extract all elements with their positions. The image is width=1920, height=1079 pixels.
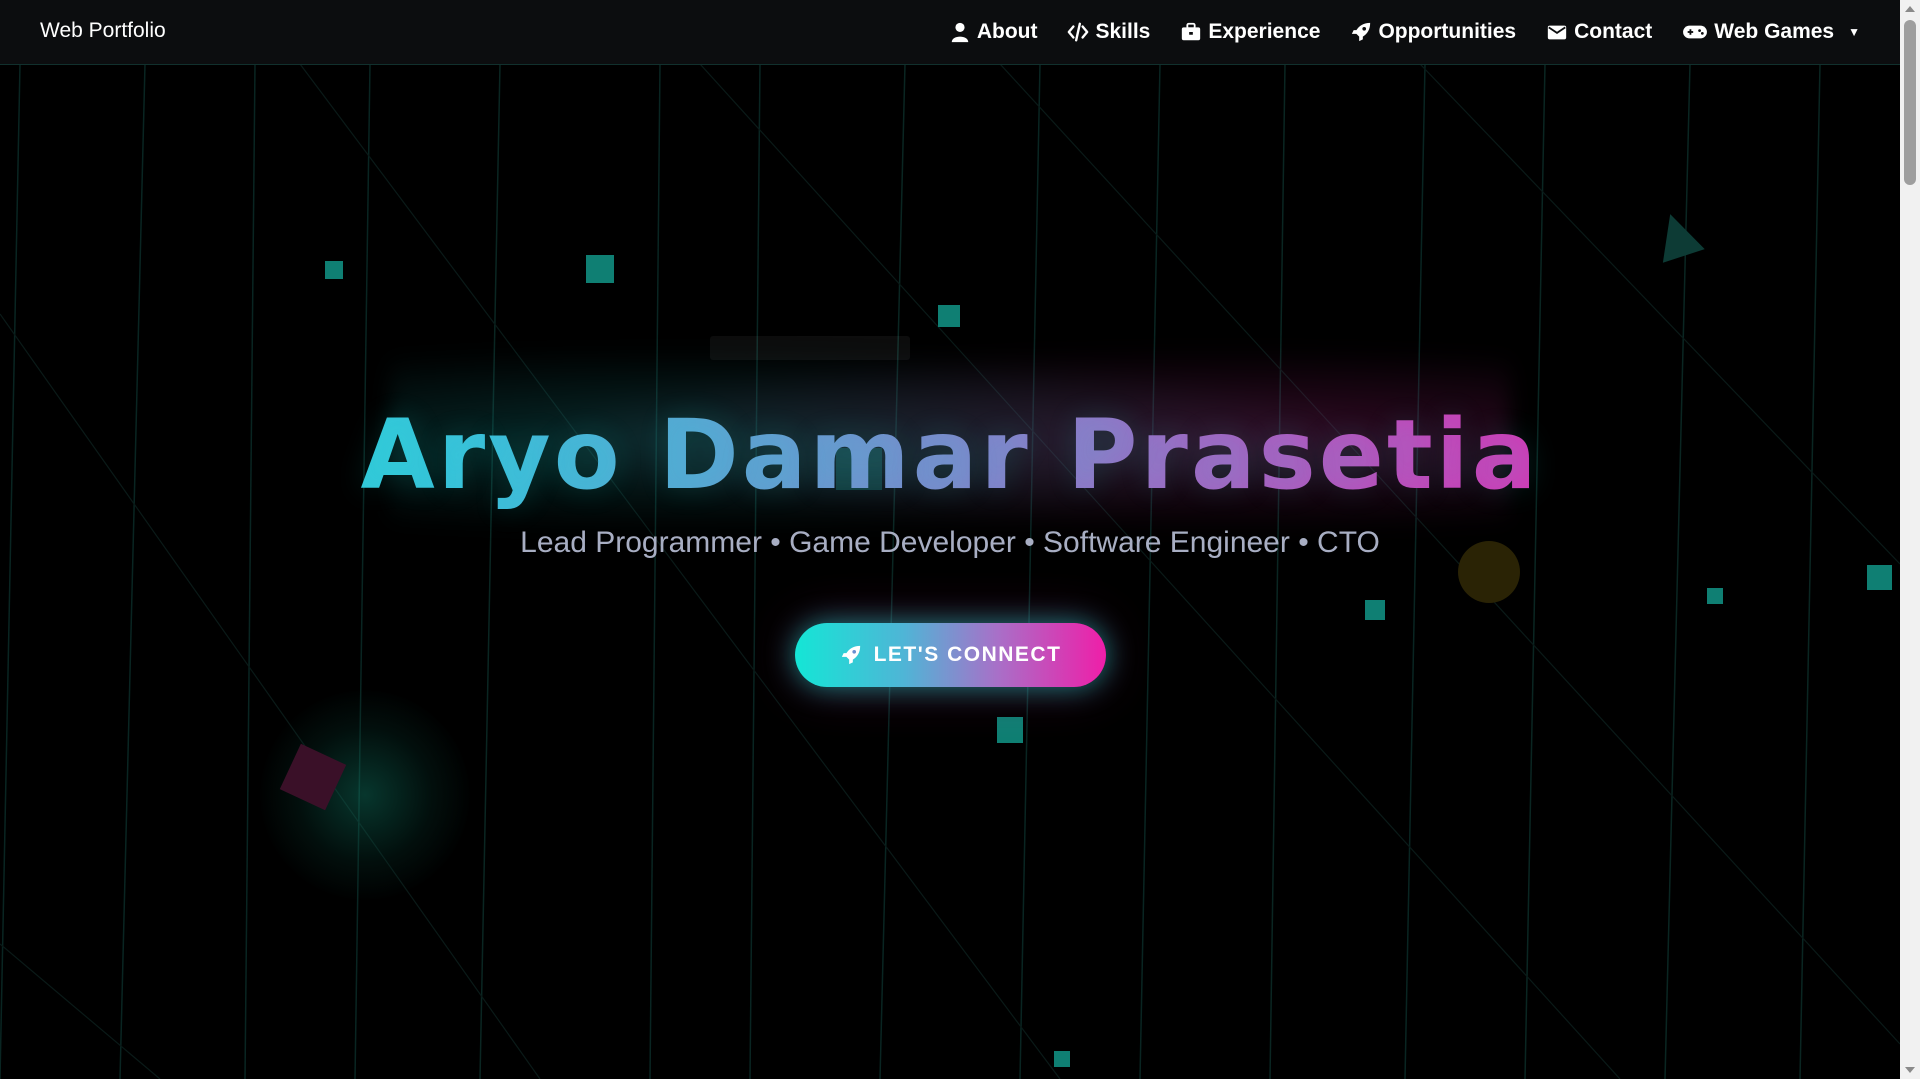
hero-title: Aryo Damar Prasetia [0,400,1900,510]
nav-item-label: Opportunities [1378,20,1517,43]
scrollbar-thumb[interactable] [1904,20,1916,185]
nav-item-experience[interactable]: Experience [1180,20,1320,44]
floating-square [325,261,343,279]
nav-menu: About Skills Experience Opportunities Co… [949,0,1860,64]
envelope-icon [1546,21,1568,43]
floating-square [997,717,1023,743]
nav-item-contact[interactable]: Contact [1546,20,1652,44]
code-icon [1067,21,1089,43]
floating-square [1054,1051,1070,1067]
briefcase-icon [1180,21,1202,43]
rocket-icon [1350,21,1372,43]
scroll-up-arrow-icon[interactable] [1905,6,1915,12]
nav-item-opportunities[interactable]: Opportunities [1350,20,1516,44]
floating-square [586,255,614,283]
lets-connect-button[interactable]: LET'S CONNECT [795,623,1106,687]
nav-item-label: Experience [1208,20,1321,43]
user-icon [949,21,971,43]
nav-item-label: Contact [1574,20,1653,43]
floating-square [1707,588,1723,604]
chevron-down-icon: ▼ [1848,25,1860,39]
navbar: Web Portfolio About Skills Experience Op… [0,0,1900,65]
nav-item-label: About [976,20,1038,43]
nav-item-label: Skills [1095,20,1151,43]
page: Web Portfolio About Skills Experience Op… [0,0,1920,1079]
brand-link[interactable]: Web Portfolio [40,19,166,43]
nav-item-about[interactable]: About [949,20,1038,44]
floating-square [1365,600,1385,620]
scroll-down-arrow-icon[interactable] [1905,1067,1915,1073]
background-grid [0,64,1900,1079]
floating-square [1867,565,1892,590]
rocket-icon [840,644,862,666]
hero-subtitle: Lead Programmer • Game Developer • Softw… [520,526,1380,559]
cta-label: LET'S CONNECT [873,643,1062,666]
floating-square [938,305,960,327]
nav-item-skills[interactable]: Skills [1067,20,1150,44]
nav-item-web-games[interactable]: Web Games ▼ [1682,20,1860,44]
nav-item-label: Web Games [1714,20,1835,43]
vertical-scrollbar[interactable] [1900,0,1920,1079]
gamepad-icon [1682,21,1708,43]
